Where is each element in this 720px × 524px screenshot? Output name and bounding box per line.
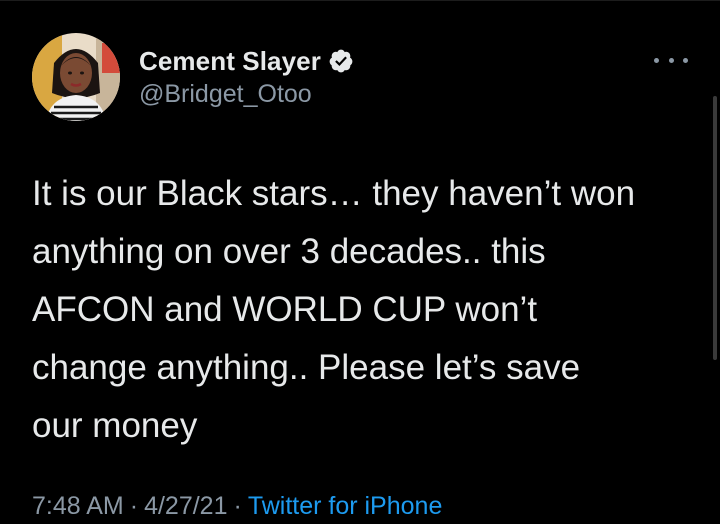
author-name-row[interactable]: Cement Slayer <box>139 45 354 77</box>
tweet-metadata: 7:48 AM · 4/27/21 · Twitter for iPhone <box>32 492 442 521</box>
tweet-date[interactable]: 4/27/21 <box>144 492 227 520</box>
tweet-source-link[interactable]: Twitter for iPhone <box>248 492 443 520</box>
more-horizontal-icon-dot <box>668 57 674 63</box>
more-horizontal-icon-dot <box>683 57 688 63</box>
author-handle[interactable]: @Bridget_Otoo <box>139 80 312 109</box>
tweet-text-line: AFCON and WORLD CUP won’t <box>32 290 538 329</box>
verified-badge-icon <box>328 48 354 74</box>
meta-separator: · <box>233 492 242 520</box>
scrollbar[interactable] <box>713 96 717 360</box>
tweet-text-line: change anything.. Please let’s save <box>32 348 581 387</box>
tweet-text: It is our Black stars… they haven’t won … <box>32 165 702 455</box>
tweet-text-line: our money <box>32 406 198 445</box>
more-options-button[interactable] <box>654 48 688 72</box>
more-horizontal-icon <box>654 57 659 63</box>
meta-separator: · <box>129 492 139 520</box>
display-name[interactable]: Cement Slayer <box>139 46 321 77</box>
tweet-text-line: anything on over 3 decades.. this <box>32 232 546 271</box>
tweet-time[interactable]: 7:48 AM <box>32 492 124 520</box>
tweet-text-line: It is our Black stars… they haven’t won <box>32 174 636 213</box>
avatar[interactable] <box>32 33 120 121</box>
top-divider <box>0 0 720 1</box>
profile-photo-icon <box>32 33 120 121</box>
